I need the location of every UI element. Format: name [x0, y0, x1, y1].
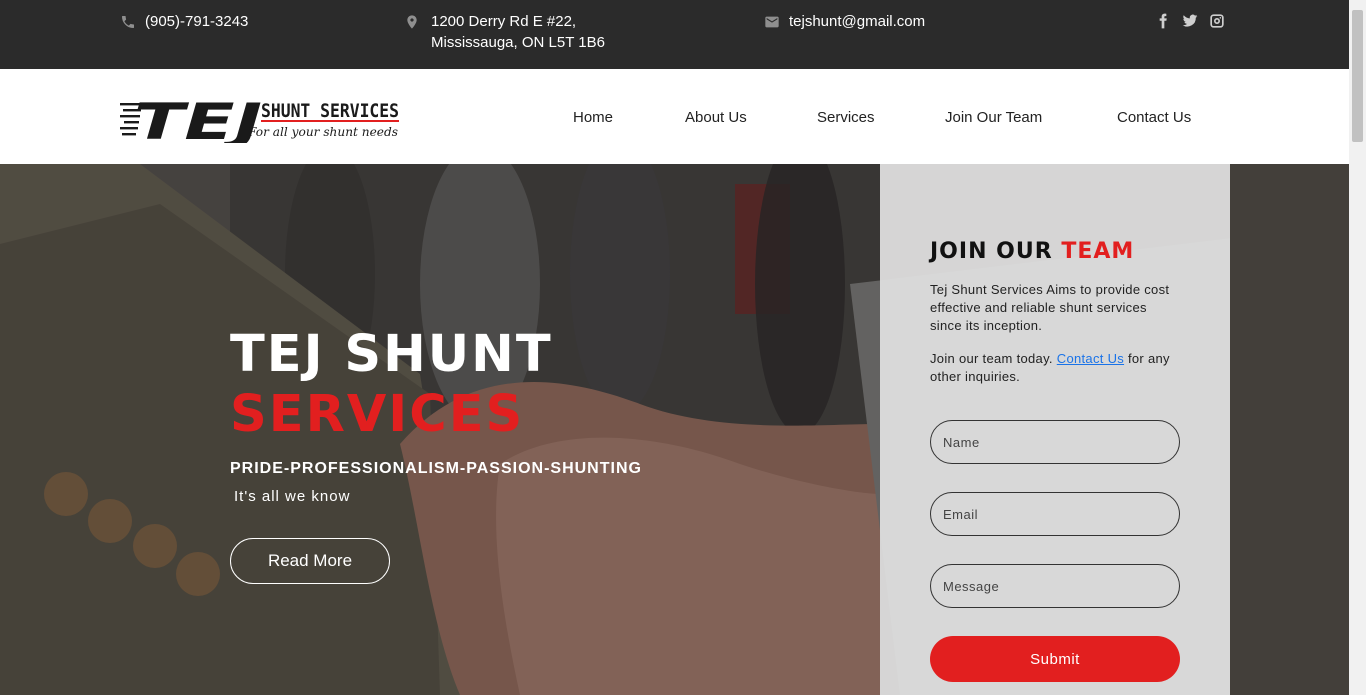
hero-tagline: PRIDE-PROFESSIONALISM-PASSION-SHUNTING [230, 460, 642, 477]
instagram-icon[interactable] [1209, 13, 1225, 29]
phone-contact[interactable]: (905)-791-3243 [120, 11, 248, 32]
form-join-text: Join our team today. Contact Us for any … [930, 350, 1170, 386]
hero-text: TEJ SHUNT SERVICES PRIDE-PROFESSIONALISM… [230, 325, 642, 506]
phone-icon [122, 16, 134, 28]
mail-icon [765, 16, 779, 28]
message-input[interactable] [930, 564, 1180, 608]
nav-services[interactable]: Services [817, 109, 875, 126]
email-contact[interactable]: tejshunt@gmail.com [764, 11, 925, 32]
phone-number: (905)-791-3243 [145, 13, 249, 30]
scrollbar-thumb[interactable] [1352, 10, 1363, 142]
name-input[interactable] [930, 420, 1180, 464]
email-address: tejshunt@gmail.com [789, 13, 926, 30]
facebook-icon[interactable] [1155, 13, 1171, 29]
top-contact-bar: (905)-791-3243 1200 Derry Rd E #22, Miss… [0, 0, 1349, 69]
hero-title-line-2: SERVICES [230, 385, 525, 444]
join-text-start: Join our team today. [930, 351, 1053, 366]
main-nav: Home About Us Services Join Our Team Con… [0, 109, 1349, 129]
twitter-icon[interactable] [1182, 13, 1198, 29]
read-more-button[interactable]: Read More [230, 538, 390, 584]
social-links [1155, 13, 1225, 29]
site-header: TEJ SHUNT SERVICES For all your shunt ne… [0, 69, 1349, 164]
page-scrollbar[interactable] [1349, 0, 1366, 695]
hero-title-line-1: TEJ SHUNT [230, 325, 553, 384]
form-description: Tej Shunt Services Aims to provide cost … [930, 282, 1170, 333]
location-pin-icon [407, 15, 417, 29]
submit-button[interactable]: Submit [930, 636, 1180, 682]
nav-join-our-team[interactable]: Join Our Team [945, 109, 1042, 126]
join-team-form-panel: JOIN OUR TEAM Tej Shunt Services Aims to… [880, 164, 1230, 695]
address-line-1: 1200 Derry Rd E #22, [431, 13, 577, 30]
form-title-part-1: JOIN OUR [930, 239, 1053, 264]
nav-home[interactable]: Home [573, 109, 613, 126]
email-input[interactable] [930, 492, 1180, 536]
nav-about-us[interactable]: About Us [685, 109, 747, 126]
form-title-part-2: TEAM [1061, 239, 1135, 264]
hero-subtitle: It's all we know [234, 488, 351, 505]
form-title: JOIN OUR TEAM [930, 239, 1134, 264]
contact-us-link[interactable]: Contact Us [1057, 351, 1124, 366]
nav-contact-us[interactable]: Contact Us [1117, 109, 1191, 126]
address-line-2: Mississauga, ON L5T 1B6 [431, 34, 605, 51]
address-contact: 1200 Derry Rd E #22, Mississauga, ON L5T… [404, 11, 605, 53]
